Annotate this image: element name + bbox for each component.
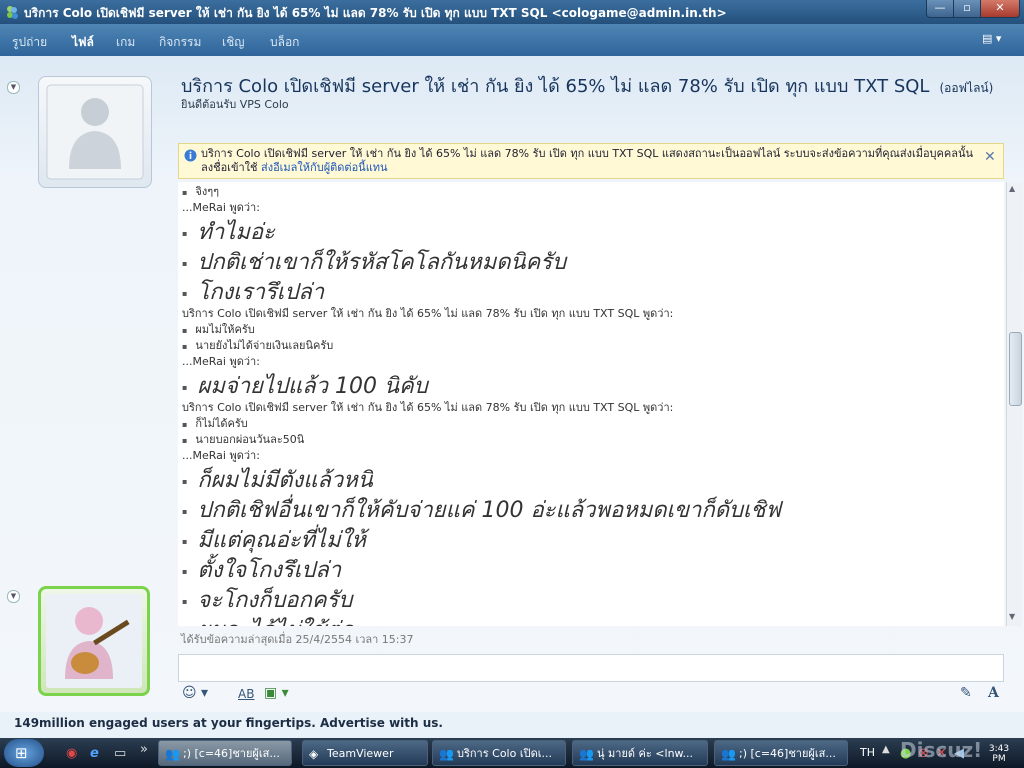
taskbar-item-chat-1[interactable]: 👥;) [c=46]ชายผู้เส... — [158, 740, 292, 766]
discuz-watermark: Discuz! — [900, 738, 983, 762]
window-title: บริการ Colo เปิดเชิฟมี server ให้ เช่า ก… — [24, 6, 727, 20]
messenger-icon: 👥 — [579, 747, 594, 761]
text-style-icon[interactable]: A — [988, 685, 999, 701]
internet-explorer-icon[interactable]: e — [90, 746, 99, 761]
emoticon-button[interactable]: ☺ ▾ — [182, 685, 208, 701]
messenger-icon: 👥 — [721, 747, 736, 761]
message-input[interactable] — [178, 654, 1004, 682]
messenger-icon — [7, 6, 18, 19]
conversation-history[interactable]: จิงๆๆ...MeRai พูดว่า:ทำไมอ่ะปกติเช่าเขาก… — [178, 182, 1004, 626]
close-notice-icon[interactable]: ✕ — [984, 150, 998, 164]
font-button[interactable]: AB — [238, 687, 254, 701]
collapse-my-picture-icon[interactable]: ▼ — [7, 590, 20, 603]
conversation-scrollbar[interactable]: ▲ ▼ — [1006, 182, 1022, 626]
message-sender-label: บริการ Colo เปิดเชิฟมี server ให้ เช่า ก… — [182, 307, 674, 320]
messenger-icon: 👥 — [439, 747, 454, 761]
options-menu-button[interactable]: ▤ ▾ — [982, 32, 1012, 48]
chat-message: ผมจะได้ไม่ใช้ต่อ — [182, 612, 353, 626]
taskbar-clock[interactable]: 3:43 PM — [982, 744, 1016, 764]
last-received-timestamp: ได้รับข้อความล่าสุดเมื่อ 25/4/2554 เวลา … — [181, 633, 414, 646]
menu-item-games[interactable]: เกม — [116, 33, 135, 52]
scroll-up-icon[interactable]: ▲ — [1009, 184, 1015, 193]
contact-status: (ออฟไลน์) — [939, 81, 994, 95]
start-button[interactable]: ⊞ — [4, 739, 44, 767]
message-sender-label: บริการ Colo เปิดเชิฟมี server ให้ เช่า ก… — [182, 401, 674, 414]
menu-item-blog[interactable]: บล็อก — [270, 33, 299, 52]
quicklaunch-icon-1[interactable]: ◉ — [66, 746, 77, 761]
background-button[interactable]: ▣ ▾ — [264, 685, 289, 701]
advertisement-banner[interactable]: 149million engaged users at your fingert… — [14, 716, 443, 730]
contact-name: บริการ Colo เปิดเชิฟมี server ให้ เช่า ก… — [181, 76, 930, 97]
compose-toolbar: ☺ ▾ AB ▣ ▾ ✎ A — [178, 682, 1004, 706]
default-user-icon — [46, 84, 144, 180]
taskbar: ⊞ ◉ e ▭ » 👥;) [c=46]ชายผู้เส... ◈ TeamVie… — [0, 738, 1024, 768]
scroll-thumb[interactable] — [1009, 332, 1022, 406]
send-email-link[interactable]: ส่งอีเมลให้กับผู้ติดต่อนี้แทน — [261, 161, 388, 174]
offline-notice-text: บริการ Colo เปิดเชิฟมี server ให้ เช่า ก… — [201, 147, 981, 175]
show-desktop-icon[interactable]: ▭ — [114, 746, 126, 761]
taskbar-item-teamviewer[interactable]: ◈ TeamViewer — [302, 740, 428, 766]
contact-avatar[interactable] — [38, 76, 152, 188]
messenger-icon: 👥 — [165, 747, 180, 761]
maximize-button[interactable]: ▫ — [953, 0, 981, 18]
windows-logo-icon: ⊞ — [15, 744, 28, 762]
menu-bar: รูปถ่าย ไฟล์ เกม กิจกรรม เชิญ บล็อก ▤ ▾ — [0, 24, 1024, 56]
taskbar-item-mind[interactable]: 👥 นุ่ มายด์ ค่ะ <lnw... — [572, 740, 708, 766]
contact-name-heading: บริการ Colo เปิดเชิฟมี server ให้ เช่า ก… — [181, 71, 993, 100]
offline-notice-bar: บริการ Colo เปิดเชิฟมี server ให้ เช่า ก… — [178, 143, 1004, 179]
language-indicator[interactable]: TH — [860, 746, 875, 759]
teamviewer-icon: ◈ — [309, 747, 319, 761]
more-quicklaunch-icon[interactable]: » — [140, 742, 148, 757]
menu-item-photos[interactable]: รูปถ่าย — [12, 33, 47, 52]
contact-personal-message: ยินดีต้อนรับ VPS Colo — [181, 98, 289, 111]
taskbar-item-colo[interactable]: 👥 บริการ Colo เปิดเ... — [432, 740, 566, 766]
minimize-button[interactable]: — — [926, 0, 954, 18]
close-button[interactable]: ✕ — [980, 0, 1020, 18]
menu-item-files[interactable]: ไฟล์ — [72, 33, 94, 52]
collapse-contact-picture-icon[interactable]: ▼ — [7, 81, 20, 94]
title-bar: บริการ Colo เปิดเชิฟมี server ให้ เช่า ก… — [0, 0, 1024, 24]
my-avatar[interactable] — [38, 586, 150, 696]
tray-expand-icon[interactable]: ▲ — [882, 744, 890, 755]
menu-item-invite[interactable]: เชิญ — [222, 33, 244, 52]
taskbar-item-chat-2[interactable]: 👥;) [c=46]ชายผู้เส... — [714, 740, 848, 766]
guitar-user-icon — [46, 594, 142, 688]
handwriting-pen-icon[interactable]: ✎ — [960, 685, 972, 701]
info-icon — [184, 149, 197, 162]
scroll-down-icon[interactable]: ▼ — [1009, 612, 1015, 621]
menu-item-activities[interactable]: กิจกรรม — [159, 33, 201, 52]
